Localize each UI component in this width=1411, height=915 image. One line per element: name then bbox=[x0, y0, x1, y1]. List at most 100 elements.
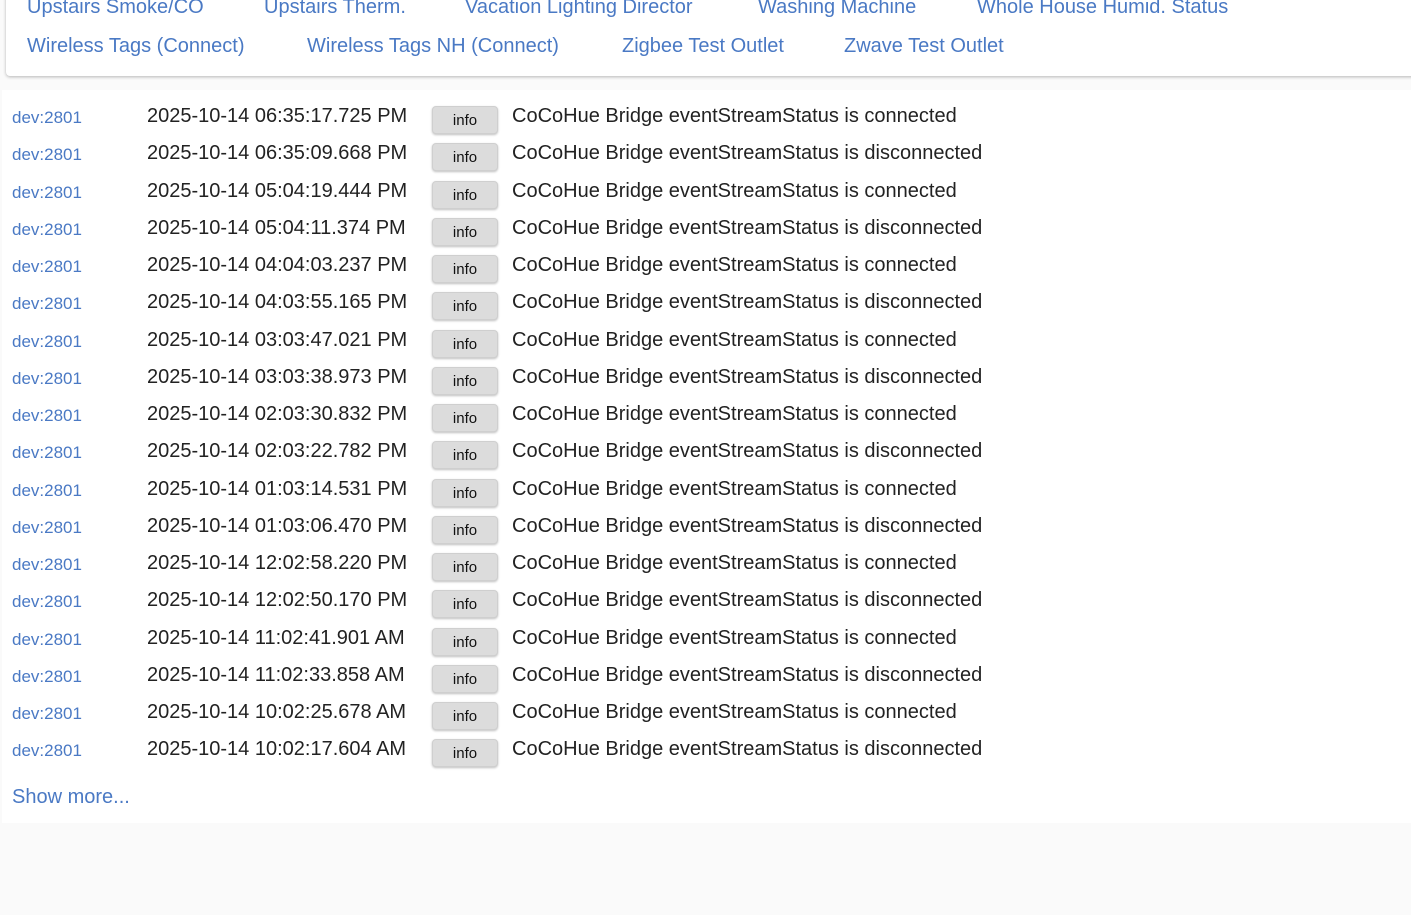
show-more-link[interactable]: Show more... bbox=[12, 786, 130, 809]
log-timestamp: 2025-10-14 01:03:14.531 PM bbox=[147, 478, 408, 500]
device-link[interactable]: Wireless Tags (Connect) bbox=[27, 31, 244, 61]
log-timestamp: 2025-10-14 11:02:33.858 AM bbox=[147, 664, 405, 686]
log-message: CoCoHue Bridge eventStreamStatus is conn… bbox=[512, 180, 957, 202]
log-device-link[interactable]: dev:2801 bbox=[12, 332, 82, 352]
device-link[interactable]: Wireless Tags NH (Connect) bbox=[307, 31, 559, 61]
log-level-badge: info bbox=[432, 441, 498, 469]
device-link[interactable]: Upstairs Therm. bbox=[264, 0, 406, 22]
log-level-badge: info bbox=[432, 292, 498, 320]
log-level-badge: info bbox=[432, 181, 498, 209]
log-timestamp: 2025-10-14 11:02:41.901 AM bbox=[147, 627, 405, 649]
log-level-badge: info bbox=[432, 106, 498, 134]
device-link[interactable]: Vacation Lighting Director bbox=[465, 0, 693, 22]
log-message: CoCoHue Bridge eventStreamStatus is disc… bbox=[512, 738, 983, 760]
log-level-badge: info bbox=[432, 143, 498, 171]
log-device-link[interactable]: dev:2801 bbox=[12, 481, 82, 501]
log-message: CoCoHue Bridge eventStreamStatus is disc… bbox=[512, 142, 983, 164]
log-row: dev:2801 2025-10-14 06:35:09.668 PM info… bbox=[2, 133, 1411, 171]
log-level-badge: info bbox=[432, 255, 498, 283]
log-device-link[interactable]: dev:2801 bbox=[12, 145, 82, 165]
log-message: CoCoHue Bridge eventStreamStatus is conn… bbox=[512, 701, 957, 723]
log-row: dev:2801 2025-10-14 04:04:03.237 PM info… bbox=[2, 245, 1411, 283]
log-device-link[interactable]: dev:2801 bbox=[12, 741, 82, 761]
device-link[interactable]: Zigbee Test Outlet bbox=[622, 31, 784, 61]
log-device-link[interactable]: dev:2801 bbox=[12, 555, 82, 575]
log-panel: dev:2801 2025-10-14 06:35:17.725 PM info… bbox=[2, 90, 1411, 823]
log-device-link[interactable]: dev:2801 bbox=[12, 704, 82, 724]
log-timestamp: 2025-10-14 02:03:30.832 PM bbox=[147, 403, 408, 425]
log-level-badge: info bbox=[432, 702, 498, 730]
log-row: dev:2801 2025-10-14 10:02:25.678 AM info… bbox=[2, 692, 1411, 730]
log-message: CoCoHue Bridge eventStreamStatus is conn… bbox=[512, 552, 957, 574]
log-row: dev:2801 2025-10-14 12:02:50.170 PM info… bbox=[2, 580, 1411, 618]
log-row: dev:2801 2025-10-14 03:03:38.973 PM info… bbox=[2, 357, 1411, 395]
device-filter-panel: Upstairs Smoke/CO Upstairs Therm. Vacati… bbox=[6, 0, 1411, 76]
log-row: dev:2801 2025-10-14 04:03:55.165 PM info… bbox=[2, 282, 1411, 320]
log-timestamp: 2025-10-14 10:02:17.604 AM bbox=[147, 738, 407, 760]
log-timestamp: 2025-10-14 01:03:06.470 PM bbox=[147, 515, 408, 537]
log-timestamp: 2025-10-14 06:35:17.725 PM bbox=[147, 105, 408, 127]
log-message: CoCoHue Bridge eventStreamStatus is disc… bbox=[512, 366, 983, 388]
log-level-badge: info bbox=[432, 404, 498, 432]
log-level-badge: info bbox=[432, 330, 498, 358]
log-timestamp: 2025-10-14 10:02:25.678 AM bbox=[147, 701, 407, 723]
log-message: CoCoHue Bridge eventStreamStatus is conn… bbox=[512, 478, 957, 500]
log-row: dev:2801 2025-10-14 01:03:06.470 PM info… bbox=[2, 506, 1411, 544]
log-device-link[interactable]: dev:2801 bbox=[12, 406, 82, 426]
log-message: CoCoHue Bridge eventStreamStatus is disc… bbox=[512, 217, 983, 239]
device-link[interactable]: Washing Machine bbox=[758, 0, 916, 22]
log-timestamp: 2025-10-14 03:03:38.973 PM bbox=[147, 366, 408, 388]
log-row: dev:2801 2025-10-14 06:35:17.725 PM info… bbox=[2, 96, 1411, 134]
log-timestamp: 2025-10-14 05:04:19.444 PM bbox=[147, 180, 408, 202]
log-level-badge: info bbox=[432, 516, 498, 544]
log-device-link[interactable]: dev:2801 bbox=[12, 369, 82, 389]
device-link[interactable]: Whole House Humid. Status bbox=[977, 0, 1228, 22]
log-device-link[interactable]: dev:2801 bbox=[12, 257, 82, 277]
log-message: CoCoHue Bridge eventStreamStatus is conn… bbox=[512, 627, 957, 649]
log-device-link[interactable]: dev:2801 bbox=[12, 592, 82, 612]
log-level-badge: info bbox=[432, 739, 498, 767]
log-level-badge: info bbox=[432, 479, 498, 507]
log-device-link[interactable]: dev:2801 bbox=[12, 183, 82, 203]
log-level-badge: info bbox=[432, 665, 498, 693]
log-timestamp: 2025-10-14 05:04:11.374 PM bbox=[147, 217, 406, 239]
log-row: dev:2801 2025-10-14 11:02:41.901 AM info… bbox=[2, 618, 1411, 656]
log-device-link[interactable]: dev:2801 bbox=[12, 108, 82, 128]
log-message: CoCoHue Bridge eventStreamStatus is disc… bbox=[512, 291, 983, 313]
log-timestamp: 2025-10-14 04:04:03.237 PM bbox=[147, 254, 408, 276]
log-row: dev:2801 2025-10-14 01:03:14.531 PM info… bbox=[2, 469, 1411, 507]
log-timestamp: 2025-10-14 03:03:47.021 PM bbox=[147, 329, 408, 351]
log-device-link[interactable]: dev:2801 bbox=[12, 220, 82, 240]
log-device-link[interactable]: dev:2801 bbox=[12, 667, 82, 687]
log-row: dev:2801 2025-10-14 03:03:47.021 PM info… bbox=[2, 320, 1411, 358]
log-message: CoCoHue Bridge eventStreamStatus is conn… bbox=[512, 403, 957, 425]
device-link[interactable]: Zwave Test Outlet bbox=[844, 31, 1004, 61]
log-device-link[interactable]: dev:2801 bbox=[12, 443, 82, 463]
device-link[interactable]: Upstairs Smoke/CO bbox=[27, 0, 204, 22]
log-row: dev:2801 2025-10-14 12:02:58.220 PM info… bbox=[2, 543, 1411, 581]
log-row: dev:2801 2025-10-14 02:03:30.832 PM info… bbox=[2, 394, 1411, 432]
log-row: dev:2801 2025-10-14 05:04:11.374 PM info… bbox=[2, 208, 1411, 246]
log-level-badge: info bbox=[432, 590, 498, 618]
log-row: dev:2801 2025-10-14 05:04:19.444 PM info… bbox=[2, 171, 1411, 209]
log-timestamp: 2025-10-14 06:35:09.668 PM bbox=[147, 142, 408, 164]
log-device-link[interactable]: dev:2801 bbox=[12, 630, 82, 650]
log-timestamp: 2025-10-14 02:03:22.782 PM bbox=[147, 440, 408, 462]
log-message: CoCoHue Bridge eventStreamStatus is disc… bbox=[512, 440, 983, 462]
log-level-badge: info bbox=[432, 553, 498, 581]
log-timestamp: 2025-10-14 04:03:55.165 PM bbox=[147, 291, 408, 313]
log-message: CoCoHue Bridge eventStreamStatus is conn… bbox=[512, 105, 957, 127]
log-row: dev:2801 2025-10-14 10:02:17.604 AM info… bbox=[2, 729, 1411, 767]
log-device-link[interactable]: dev:2801 bbox=[12, 294, 82, 314]
log-timestamp: 2025-10-14 12:02:58.220 PM bbox=[147, 552, 408, 574]
log-message: CoCoHue Bridge eventStreamStatus is conn… bbox=[512, 329, 957, 351]
log-level-badge: info bbox=[432, 367, 498, 395]
log-message: CoCoHue Bridge eventStreamStatus is disc… bbox=[512, 664, 983, 686]
log-message: CoCoHue Bridge eventStreamStatus is disc… bbox=[512, 515, 983, 537]
log-level-badge: info bbox=[432, 218, 498, 246]
log-device-link[interactable]: dev:2801 bbox=[12, 518, 82, 538]
log-message: CoCoHue Bridge eventStreamStatus is conn… bbox=[512, 254, 957, 276]
log-row: dev:2801 2025-10-14 02:03:22.782 PM info… bbox=[2, 431, 1411, 469]
log-timestamp: 2025-10-14 12:02:50.170 PM bbox=[147, 589, 408, 611]
log-message: CoCoHue Bridge eventStreamStatus is disc… bbox=[512, 589, 983, 611]
